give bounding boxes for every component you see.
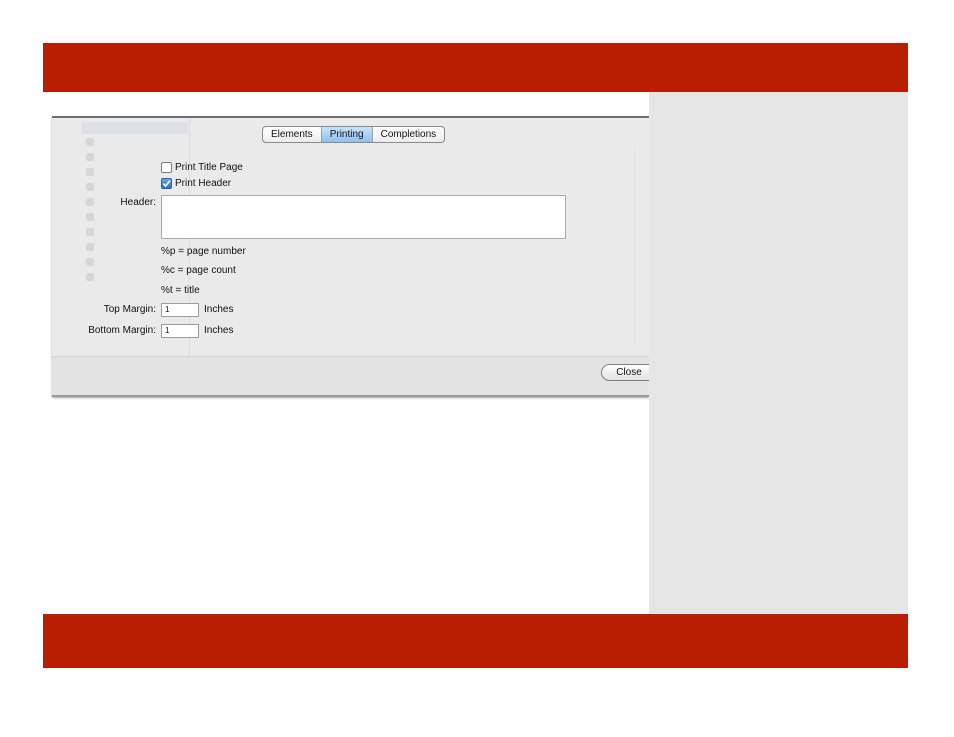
tab-completions[interactable]: Completions (373, 127, 445, 142)
print-header-label: Print Header (175, 178, 232, 189)
header-label: Header: (120, 197, 156, 208)
background-scrollbar (634, 146, 644, 346)
hint-title: %t = title (161, 285, 200, 296)
hint-page-number: %p = page number (161, 246, 246, 257)
preferences-sheet-screenshot: Elements Printing Completions Print Titl… (52, 116, 649, 397)
sheet-footer (52, 356, 649, 397)
bottom-red-bar (43, 614, 908, 668)
top-margin-input[interactable]: 1 (161, 303, 199, 317)
top-margin-unit: Inches (204, 304, 234, 315)
bottom-margin-unit: Inches (204, 325, 234, 336)
top-margin-label: Top Margin: (103, 304, 156, 315)
tab-bar: Elements Printing Completions (262, 126, 446, 143)
checkmark-icon (162, 180, 171, 188)
side-panel (649, 92, 908, 614)
print-title-page-checkbox[interactable] (161, 162, 172, 173)
header-text-area[interactable] (161, 195, 566, 239)
print-title-page-label: Print Title Page (175, 162, 243, 173)
top-red-bar (43, 43, 908, 92)
hint-page-count: %c = page count (161, 265, 236, 276)
bottom-margin-input[interactable]: 1 (161, 324, 199, 338)
tab-printing[interactable]: Printing (321, 127, 373, 142)
tab-elements[interactable]: Elements (263, 127, 322, 142)
bottom-margin-label: Bottom Margin: (88, 325, 156, 336)
close-button[interactable]: Close (601, 364, 649, 381)
print-header-row[interactable]: Print Header (161, 178, 231, 189)
background-selection (82, 122, 188, 134)
window-bottom-edge (52, 395, 649, 397)
print-header-checkbox[interactable] (161, 178, 172, 189)
print-title-page-row[interactable]: Print Title Page (161, 162, 243, 173)
